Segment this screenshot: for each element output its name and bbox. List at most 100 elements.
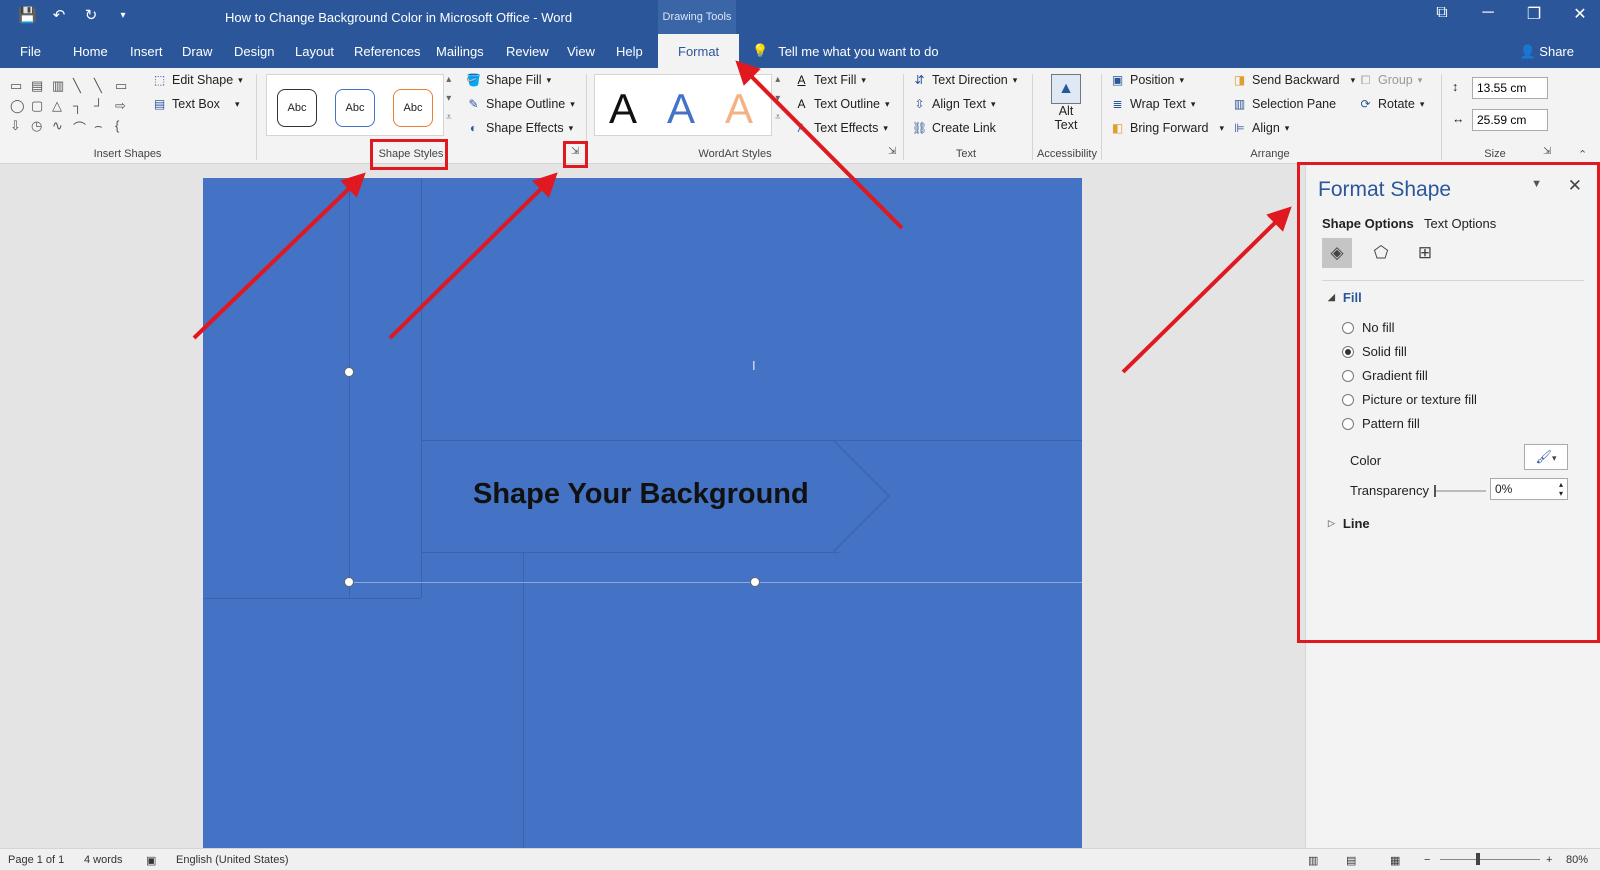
shape-gallery-item-icon[interactable]: ▭ (115, 78, 133, 95)
document-page[interactable]: I Shape Your Background (203, 178, 1082, 848)
rotate-button[interactable]: ⟳ Rotate ▾ (1358, 97, 1424, 111)
group-button[interactable]: ⧠ Group ▾ (1358, 73, 1423, 87)
scroll-down-icon[interactable]: ▾ (775, 93, 780, 104)
shape-gallery-item-icon[interactable]: ∿ (52, 118, 70, 138)
shape-gallery-item-icon[interactable]: △ (52, 98, 70, 115)
selection-pane-button[interactable]: ▥ Selection Pane (1232, 97, 1336, 111)
print-layout-icon[interactable]: ▤ (1346, 854, 1356, 867)
shape-gallery-item-icon[interactable]: ╲ (73, 78, 91, 95)
shape-gallery-item-icon[interactable]: ⇨ (115, 98, 133, 115)
tab-design[interactable]: Design (234, 44, 274, 59)
tab-file[interactable]: File (20, 44, 41, 59)
web-layout-icon[interactable]: ▦ (1390, 854, 1400, 867)
shape-gallery-item-icon[interactable]: ▢ (31, 98, 49, 115)
shape-gallery-item-icon[interactable]: ┐ (73, 98, 91, 115)
shape-gallery-item-icon[interactable]: ⇩ (10, 118, 28, 138)
page-count[interactable]: Page 1 of 1 (8, 854, 64, 866)
text-direction-button[interactable]: ⇵ Text Direction ▾ (912, 73, 1017, 87)
zoom-slider[interactable] (1440, 853, 1540, 865)
tab-mailings[interactable]: Mailings (436, 44, 484, 59)
shape-gallery-item-icon[interactable]: ▥ (52, 78, 70, 95)
tab-references[interactable]: References (354, 44, 420, 59)
customize-qat-icon[interactable]: ▾ (114, 10, 132, 21)
shape-gallery-item-icon[interactable]: ⌢ (94, 118, 112, 138)
shape-gallery-item-icon[interactable]: ╲ (94, 78, 112, 95)
create-link-button[interactable]: ⛓ Create Link (912, 121, 996, 135)
language[interactable]: English (United States) (176, 854, 289, 866)
shape-style-preset[interactable]: Abc (393, 89, 433, 127)
send-backward-button[interactable]: ◨ Send Backward ▾ (1232, 73, 1355, 87)
zoom-in-icon[interactable]: + (1546, 854, 1552, 866)
shape-style-preset[interactable]: Abc (335, 89, 375, 127)
align-text-button[interactable]: ⇳ Align Text ▾ (912, 97, 995, 111)
redo-icon[interactable]: ↻ (82, 6, 100, 24)
read-mode-icon[interactable]: ▥ (1308, 854, 1318, 867)
document-canvas[interactable]: I Shape Your Background (0, 164, 1305, 848)
tab-help[interactable]: Help (616, 44, 643, 59)
shape-gallery-item-icon[interactable]: ◯ (10, 98, 28, 115)
align-button[interactable]: ⊫ Align ▾ (1232, 121, 1289, 135)
wordart-gallery-scroll[interactable]: ▴ ▾ ⩡ (775, 74, 781, 123)
scroll-up-icon[interactable]: ▴ (446, 74, 451, 85)
shapes-gallery[interactable]: ▭ ▤ ▥ ╲ ╲ ▭ ◯ ▢ △ ┐ ┘ ⇨ ⇩ ◷ ∿ ⌒ ⌢{ (10, 78, 140, 138)
zoom-out-icon[interactable]: − (1424, 854, 1430, 866)
gallery-scroll[interactable]: ▴ ▾ ⩡ (446, 74, 452, 123)
restore-icon[interactable]: ❐ (1524, 4, 1544, 24)
zoom-level[interactable]: 80% (1566, 854, 1588, 866)
resize-handle[interactable] (750, 577, 760, 587)
more-icon[interactable]: ⩡ (446, 112, 452, 123)
shape-width-input[interactable] (1472, 109, 1548, 131)
text-effects-button[interactable]: A Text Effects ▾ (794, 121, 887, 135)
tab-insert[interactable]: Insert (130, 44, 163, 59)
close-icon[interactable]: ✕ (1570, 4, 1590, 24)
word-count[interactable]: 4 words (84, 854, 123, 866)
more-icon[interactable]: ⩡ (775, 112, 781, 123)
ribbon-display-options-icon[interactable]: ⧉ (1432, 4, 1452, 24)
wrap-text-button[interactable]: ≣ Wrap Text ▾ (1110, 97, 1195, 111)
shape-headline-text[interactable]: Shape Your Background (473, 478, 809, 511)
size-launcher-icon[interactable]: ⇲ (1543, 146, 1551, 157)
proofing-icon[interactable]: ▣ (146, 854, 156, 867)
resize-handle[interactable] (344, 367, 354, 377)
minimize-icon[interactable]: ─ (1478, 4, 1498, 24)
shape-gallery-item-icon[interactable]: ▤ (31, 78, 49, 95)
shape-styles-gallery[interactable]: Abc Abc Abc (266, 74, 444, 136)
tell-me-search[interactable]: 💡 Tell me what you want to do (752, 43, 939, 59)
text-outline-button[interactable]: A Text Outline ▾ (794, 97, 889, 111)
wordart-gallery[interactable]: A A A (594, 74, 772, 136)
shape-effects-button[interactable]: ◐ Shape Effects ▾ (466, 121, 573, 135)
shape-gallery-item-icon[interactable]: ⌒ (73, 118, 91, 138)
position-button[interactable]: ▣ Position ▾ (1110, 73, 1184, 87)
shape-gallery-item-icon[interactable]: ▭ (10, 78, 28, 95)
edit-shape-button[interactable]: ⬚ Edit Shape ▾ (152, 73, 243, 87)
shape-gallery-item-icon[interactable]: ┘ (94, 98, 112, 115)
undo-icon[interactable]: ↶ (50, 6, 68, 24)
alt-text-button[interactable]: ▲ Alt Text (1048, 74, 1084, 132)
shape-fill-button[interactable]: 🪣 Shape Fill ▾ (466, 73, 551, 87)
collapse-ribbon-icon[interactable]: ⌃ (1578, 148, 1587, 161)
tab-view[interactable]: View (567, 44, 595, 59)
resize-handle[interactable] (344, 577, 354, 587)
wordart-preset[interactable]: A (667, 85, 695, 133)
wordart-launcher-icon[interactable]: ⇲ (888, 146, 896, 157)
share-button[interactable]: 👤 Share (1519, 44, 1574, 60)
shape-outline-button[interactable]: ✎ Shape Outline ▾ (466, 97, 574, 111)
text-fill-button[interactable]: A Text Fill ▾ (794, 73, 865, 87)
wordart-preset[interactable]: A (609, 85, 637, 133)
shape-gallery-item-icon[interactable]: { (115, 118, 133, 138)
save-icon[interactable]: 💾 (18, 6, 37, 24)
tab-draw[interactable]: Draw (182, 44, 212, 59)
scroll-up-icon[interactable]: ▴ (775, 74, 780, 85)
shape-style-preset[interactable]: Abc (277, 89, 317, 127)
shape-height-input[interactable] (1472, 77, 1548, 99)
tab-home[interactable]: Home (73, 44, 108, 59)
tab-review[interactable]: Review (506, 44, 549, 59)
tab-layout[interactable]: Layout (295, 44, 334, 59)
shape-gallery-item-icon[interactable]: ◷ (31, 118, 49, 138)
text-box-button[interactable]: ▤ Text Box ▾ (152, 97, 240, 111)
bring-forward-button[interactable]: ◧ Bring Forward ▾ (1110, 121, 1224, 135)
scroll-down-icon[interactable]: ▾ (446, 93, 451, 104)
tab-format[interactable]: Format (658, 34, 740, 68)
zoom-thumb[interactable] (1476, 853, 1480, 865)
wordart-preset[interactable]: A (725, 85, 753, 133)
